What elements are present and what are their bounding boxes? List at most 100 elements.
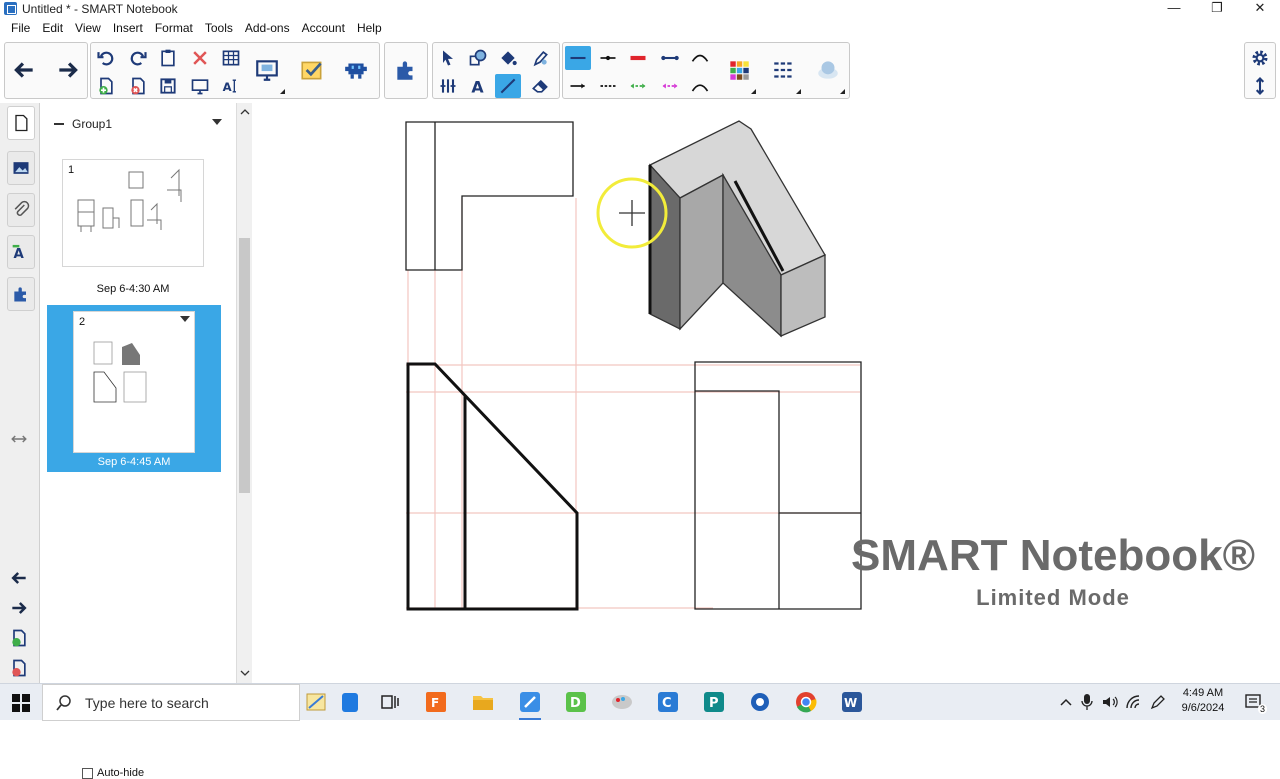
blue-app[interactable]	[336, 689, 364, 715]
scrollbar-thumb[interactable]	[239, 238, 250, 493]
line-style-arrow-both[interactable]	[595, 46, 621, 70]
sidebar-move-button[interactable]	[6, 428, 32, 450]
select-tool-button[interactable]	[435, 46, 461, 70]
add-page-button[interactable]	[93, 74, 119, 98]
line-style-arc-down[interactable]	[687, 74, 713, 98]
scroll-down-icon[interactable]	[238, 668, 252, 678]
move-toolbar-button[interactable]	[1247, 74, 1273, 98]
line-style-dashed[interactable]	[595, 74, 621, 98]
attachments-tab[interactable]	[7, 193, 35, 227]
redo-button[interactable]	[125, 46, 151, 70]
toolbar-settings-button[interactable]	[1247, 46, 1273, 70]
color-palette-button[interactable]	[726, 58, 752, 82]
screen-shade-button[interactable]	[254, 58, 280, 82]
cortana-app[interactable]	[302, 689, 330, 715]
response-button[interactable]	[299, 58, 325, 82]
line-properties-menu[interactable]	[796, 89, 801, 94]
sorter-scrollbar[interactable]	[236, 103, 252, 683]
eraser-tool-button[interactable]	[527, 74, 553, 98]
screen-shade-menu[interactable]	[280, 89, 285, 94]
menu-insert[interactable]: Insert	[107, 21, 149, 35]
activity-builder-button[interactable]	[343, 58, 369, 82]
magic-pen-button[interactable]	[435, 74, 461, 98]
undo-button[interactable]	[93, 46, 119, 70]
collapse-icon[interactable]	[54, 123, 64, 125]
delete-page-button[interactable]	[125, 74, 151, 98]
sidebar-next-page[interactable]	[6, 597, 32, 619]
publisher-app[interactable]: P	[700, 689, 728, 715]
start-button[interactable]	[0, 684, 42, 721]
sidebar-add-page[interactable]	[6, 627, 32, 649]
notification-center[interactable]: 3	[1240, 689, 1268, 715]
line-style-thick-red[interactable]	[625, 46, 651, 70]
fill-tool-button[interactable]	[495, 46, 521, 70]
menu-help[interactable]: Help	[351, 21, 388, 35]
next-page-button[interactable]	[55, 58, 81, 82]
menu-addons[interactable]: Add-ons	[239, 21, 296, 35]
taskbar-clock[interactable]: 4:49 AM 9/6/2024	[1170, 686, 1236, 716]
gear-app[interactable]	[746, 689, 774, 715]
group-header[interactable]: Group1	[50, 115, 226, 133]
save-button[interactable]	[155, 74, 181, 98]
line-style-arrow-right[interactable]	[565, 74, 591, 98]
svg-text:A: A	[14, 247, 25, 262]
menu-account[interactable]: Account	[296, 21, 351, 35]
task-view-button[interactable]	[376, 689, 404, 715]
line-properties-button[interactable]	[771, 58, 797, 82]
shapes-tool-button[interactable]	[465, 46, 491, 70]
previous-page-button[interactable]	[11, 58, 37, 82]
foxit-app[interactable]: F	[422, 689, 450, 715]
text-ai-button[interactable]: A	[218, 74, 244, 98]
text-tool-button[interactable]: A	[465, 74, 491, 98]
page-thumbnail-1[interactable]: 1 Sep 6-4:30 AM	[58, 155, 208, 305]
file-explorer-app[interactable]	[469, 689, 497, 715]
addons-button[interactable]	[393, 58, 419, 82]
effects-menu[interactable]	[840, 89, 845, 94]
table-button[interactable]	[218, 46, 244, 70]
line-style-green-arrows[interactable]	[625, 74, 651, 98]
chevron-down-icon[interactable]	[212, 119, 222, 125]
page-menu-chevron-icon[interactable]	[180, 316, 190, 322]
addons-tab[interactable]	[7, 277, 35, 311]
line-style-dotted-ends[interactable]	[657, 46, 683, 70]
c-app[interactable]: C	[654, 689, 682, 715]
gallery-tab[interactable]	[7, 151, 35, 185]
smart-notebook-app-icon	[4, 2, 17, 15]
line-tool-button[interactable]	[495, 74, 521, 98]
menu-tools[interactable]: Tools	[199, 21, 239, 35]
color-palette-menu[interactable]	[751, 89, 756, 94]
minimize-button[interactable]: —	[1152, 0, 1196, 17]
delete-button[interactable]	[187, 46, 213, 70]
line-style-solid-blue[interactable]	[565, 46, 591, 70]
full-screen-button[interactable]	[187, 74, 213, 98]
page-sorter-tab[interactable]	[7, 106, 35, 140]
line-style-arc-up[interactable]	[687, 46, 713, 70]
sidebar-previous-page[interactable]	[6, 567, 32, 589]
paint-app[interactable]	[608, 689, 636, 715]
checkbox-icon[interactable]	[82, 767, 93, 779]
scroll-up-icon[interactable]	[238, 107, 252, 117]
notebook-canvas[interactable]: SMART Notebook® Limited Mode	[253, 103, 1280, 683]
menu-edit[interactable]: Edit	[36, 21, 69, 35]
menu-format[interactable]: Format	[149, 21, 199, 35]
restore-button[interactable]: ❐	[1195, 0, 1239, 17]
smart-notebook-app[interactable]	[516, 689, 544, 720]
delete-page-icon	[131, 77, 145, 95]
page-thumbnail-2-selected[interactable]: 2 Sep 6-4:45 AM	[47, 305, 221, 472]
forward-arrow-icon	[12, 602, 27, 614]
properties-tab[interactable]: A	[7, 235, 35, 269]
menu-view[interactable]: View	[69, 21, 107, 35]
close-button[interactable]: ✕	[1238, 0, 1280, 17]
menu-file[interactable]: File	[5, 21, 36, 35]
line-style-magenta-arrows[interactable]	[657, 74, 683, 98]
pen-tray[interactable]	[1144, 689, 1172, 715]
effects-button[interactable]	[815, 58, 841, 82]
sidebar-delete-page[interactable]	[6, 657, 32, 679]
pen-tool-button[interactable]	[527, 46, 553, 70]
autohide-checkbox[interactable]: Auto-hide	[82, 767, 144, 779]
word-app[interactable]: W	[838, 689, 866, 715]
green-d-app[interactable]: D	[562, 689, 590, 715]
paste-button[interactable]	[155, 46, 181, 70]
taskbar-search[interactable]: Type here to search	[42, 684, 300, 721]
chrome-app[interactable]	[792, 689, 820, 715]
